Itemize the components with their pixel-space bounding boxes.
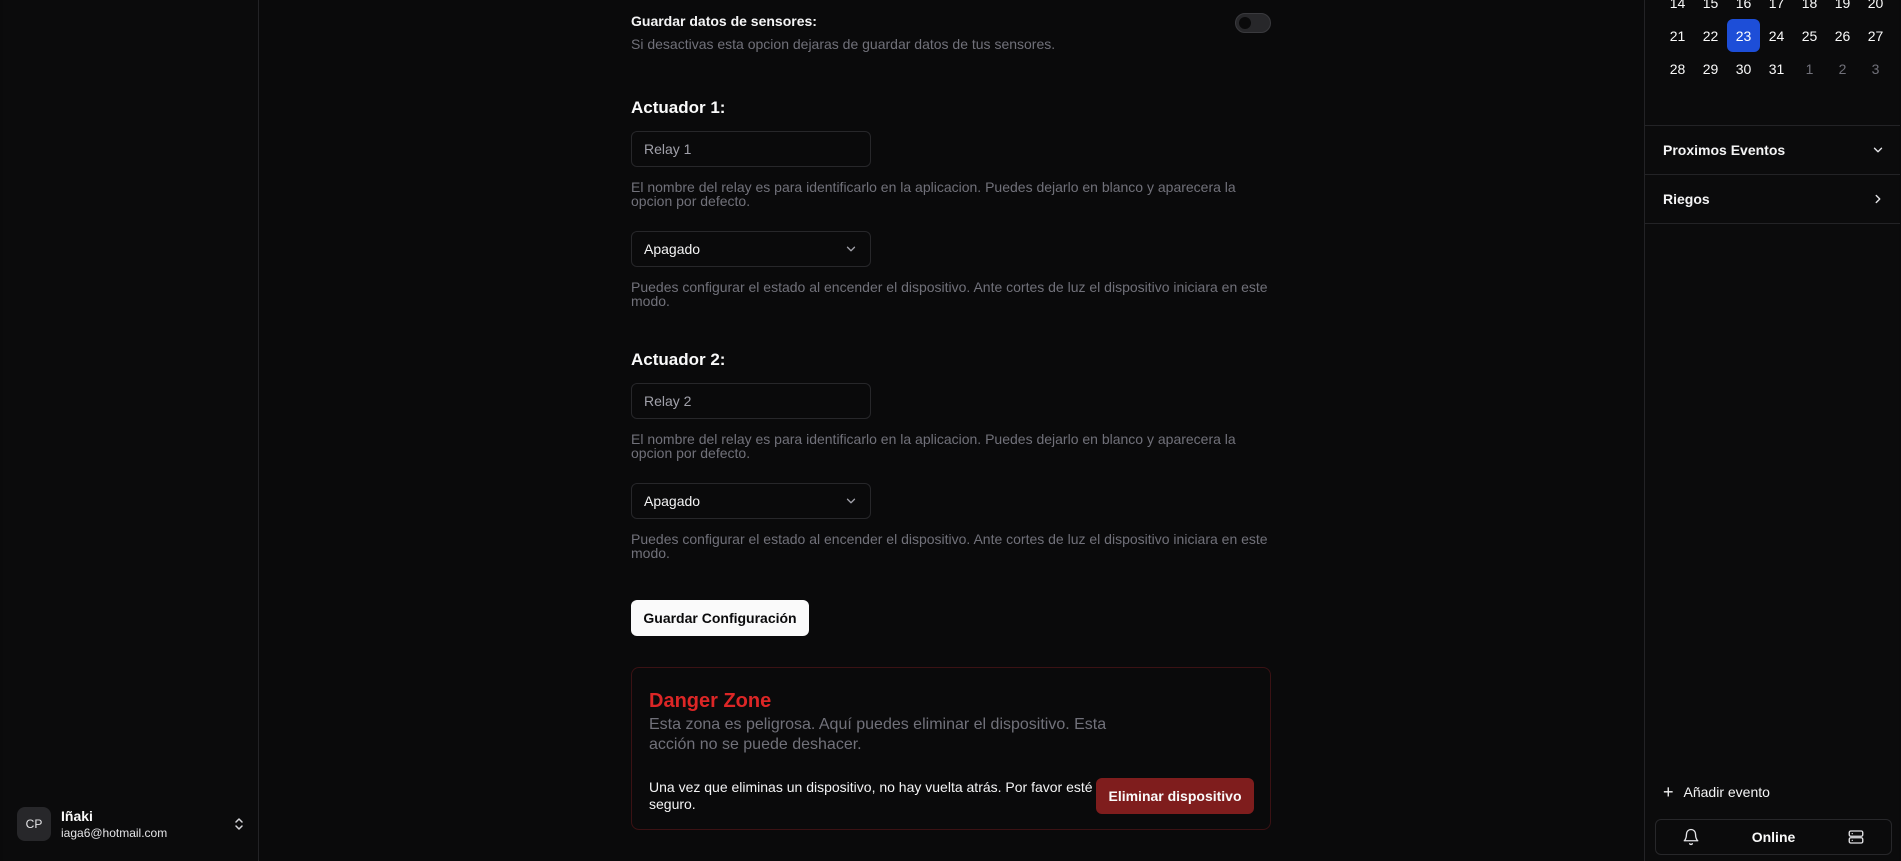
connection-status: Online <box>1751 829 1796 845</box>
status-bar: Online <box>1655 819 1892 855</box>
calendar-day[interactable]: 15 <box>1694 0 1727 19</box>
calendar-day-outside-month[interactable]: 1 <box>1793 52 1826 85</box>
actuator-2-state-select[interactable]: Apagado <box>631 483 871 519</box>
user-email: iaga6@hotmail.com <box>61 826 168 840</box>
right-sidebar: 14 15 16 17 18 19 20 21 22 23 24 25 26 2… <box>1644 0 1900 861</box>
irrigation-label: Riegos <box>1663 191 1710 207</box>
actuator-1-state-help: Puedes configurar el estado al encender … <box>631 279 1268 309</box>
calendar-day[interactable]: 28 <box>1661 52 1694 85</box>
calendar-day[interactable]: 31 <box>1760 52 1793 85</box>
actuator-1-state-value: Apagado <box>644 241 701 257</box>
actuator-2-name-help: El nombre del relay es para identificarl… <box>631 431 1236 461</box>
chevron-down-icon <box>1873 147 1883 153</box>
upcoming-events-label: Proximos Eventos <box>1663 142 1786 158</box>
sensor-data-setting: Guardar datos de sensores: Si desactivas… <box>631 13 1271 52</box>
delete-device-button[interactable]: Eliminar dispositivo <box>1096 778 1254 814</box>
calendar-day[interactable]: 25 <box>1793 19 1826 52</box>
calendar-week: 14 15 16 17 18 19 20 <box>1661 0 1893 19</box>
actuator-1-title: Actuador 1: <box>631 98 726 117</box>
calendar-week: 28 29 30 31 1 2 3 <box>1661 52 1893 85</box>
user-info: Iñaki iaga6@hotmail.com <box>61 808 231 840</box>
main-content: Guardar datos de sensores: Si desactivas… <box>260 0 1643 861</box>
user-menu[interactable]: CP Iñaki iaga6@hotmail.com <box>17 801 247 847</box>
calendar-day[interactable]: 26 <box>1826 19 1859 52</box>
calendar-day[interactable]: 18 <box>1793 0 1826 19</box>
calendar-week: 21 22 23 24 25 26 27 <box>1661 19 1893 52</box>
calendar-day[interactable]: 21 <box>1661 19 1694 52</box>
irrigation-toggle[interactable]: Riegos <box>1663 175 1885 223</box>
calendar-day[interactable]: 29 <box>1694 52 1727 85</box>
calendar-day-outside-month[interactable]: 2 <box>1826 52 1859 85</box>
actuator-1-name-input[interactable] <box>631 131 871 167</box>
calendar-day[interactable]: 19 <box>1826 0 1859 19</box>
avatar: CP <box>17 807 51 841</box>
chevron-down-icon <box>846 246 856 252</box>
actuator-1-state-select[interactable]: Apagado <box>631 231 871 267</box>
actuator-2-state-value: Apagado <box>644 493 701 509</box>
actuator-2-state-help: Puedes configurar el estado al encender … <box>631 531 1268 561</box>
upcoming-events-toggle[interactable]: Proximos Eventos <box>1663 126 1885 174</box>
calendar: 14 15 16 17 18 19 20 21 22 23 24 25 26 2… <box>1661 0 1893 85</box>
calendar-day[interactable]: 20 <box>1859 0 1892 19</box>
chevron-right-icon <box>1875 194 1881 204</box>
left-sidebar: CP Iñaki iaga6@hotmail.com <box>3 0 259 861</box>
toggle-knob <box>1239 17 1251 29</box>
actuator-2-name-input[interactable] <box>631 383 871 419</box>
calendar-day-today[interactable]: 23 <box>1727 19 1760 52</box>
actuator-2-title: Actuador 2: <box>631 350 726 369</box>
add-event-button[interactable]: + Añadir evento <box>1663 782 1770 802</box>
delete-warning: Una vez que eliminas un dispositivo, no … <box>649 779 1093 812</box>
calendar-day[interactable]: 27 <box>1859 19 1892 52</box>
calendar-day[interactable]: 14 <box>1661 0 1694 19</box>
danger-zone-description: Esta zona es peligrosa. Aquí puedes elim… <box>649 716 1107 753</box>
danger-zone: Danger Zone Esta zona es peligrosa. Aquí… <box>631 667 1271 830</box>
calendar-day[interactable]: 22 <box>1694 19 1727 52</box>
save-config-button[interactable]: Guardar Configuración <box>631 600 809 636</box>
plus-icon: + <box>1663 782 1674 802</box>
user-name: Iñaki <box>61 808 93 824</box>
sensor-data-title: Guardar datos de sensores: <box>631 13 817 29</box>
chevrons-up-down-icon[interactable] <box>231 816 247 832</box>
bell-icon[interactable] <box>1682 828 1700 846</box>
divider <box>1645 223 1900 224</box>
calendar-day[interactable]: 16 <box>1727 0 1760 19</box>
calendar-day-outside-month[interactable]: 3 <box>1859 52 1892 85</box>
server-icon[interactable] <box>1847 828 1865 846</box>
chevron-down-icon <box>846 498 856 504</box>
calendar-day[interactable]: 17 <box>1760 0 1793 19</box>
sensor-data-description: Si desactivas esta opcion dejaras de gua… <box>631 36 1056 52</box>
calendar-day[interactable]: 24 <box>1760 19 1793 52</box>
app: CP Iñaki iaga6@hotmail.com Guardar datos… <box>0 0 1901 861</box>
danger-zone-title: Danger Zone <box>649 690 772 712</box>
calendar-day[interactable]: 30 <box>1727 52 1760 85</box>
actuator-1-name-help: El nombre del relay es para identificarl… <box>631 179 1236 209</box>
add-event-label: Añadir evento <box>1683 784 1770 800</box>
sensor-data-toggle[interactable] <box>1235 13 1271 33</box>
